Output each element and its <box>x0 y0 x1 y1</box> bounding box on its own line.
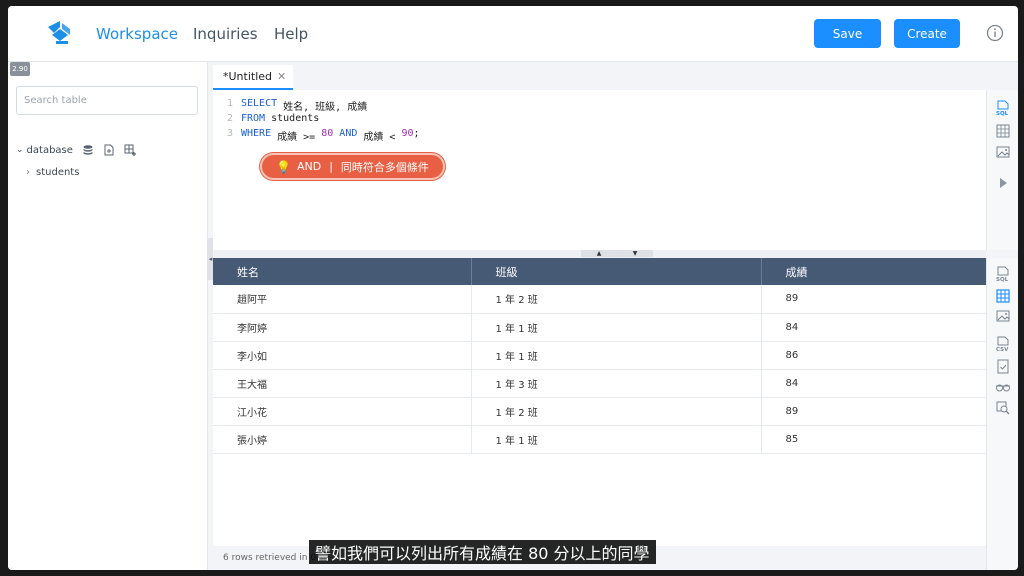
nav-help[interactable]: Help <box>274 25 308 43</box>
table-cell[interactable]: 1 年 2 班 <box>471 397 762 426</box>
table-cell[interactable]: 86 <box>761 341 986 370</box>
column-header[interactable]: 班級 <box>471 258 762 285</box>
nav-inquiries[interactable]: Inquiries <box>193 25 258 43</box>
save-button[interactable]: Save <box>814 19 881 48</box>
image-icon[interactable] <box>995 308 1011 324</box>
hint-text: 同時符合多個條件 <box>340 160 429 174</box>
editor-toolbar: SQL <box>986 90 1018 250</box>
code-token: WHERE <box>241 128 272 139</box>
top-navbar: Workspace Inquiries Help Save Create <box>8 6 1018 62</box>
add-table-icon[interactable] <box>124 144 136 156</box>
search-icon[interactable] <box>995 400 1011 416</box>
nav-workspace[interactable]: Workspace <box>96 25 178 43</box>
pane-splitter[interactable]: ▲ ▼ <box>213 250 986 258</box>
table-cell[interactable]: 89 <box>761 285 986 314</box>
code-token: FROM <box>241 113 266 124</box>
search-table-input[interactable] <box>16 86 198 115</box>
run-icon[interactable] <box>995 175 1011 191</box>
glasses-icon[interactable] <box>995 379 1011 395</box>
table-view-icon[interactable] <box>995 288 1011 304</box>
hint-separator: | <box>329 160 333 173</box>
table-cell[interactable]: 1 年 1 班 <box>471 313 762 342</box>
svg-text:SQL: SQL <box>996 111 1009 116</box>
table-cell[interactable]: 趙阿平 <box>213 285 472 314</box>
results-toolbar: SQL CSV <box>986 258 1018 570</box>
expand-down-icon[interactable]: ▼ <box>617 250 653 257</box>
tab-untitled[interactable]: *Untitled ✕ <box>213 65 293 90</box>
table-row[interactable]: 趙阿平 1 年 2 班 89 <box>213 285 986 314</box>
tree-item-students[interactable]: › students <box>26 167 79 178</box>
info-icon[interactable] <box>986 24 1004 42</box>
tree-item-database[interactable]: ⌄ database <box>16 144 136 156</box>
table-cell[interactable]: 85 <box>761 425 986 454</box>
code-token: SELECT <box>241 98 278 109</box>
line-number: 1 <box>226 98 233 109</box>
table-cell[interactable]: 1 年 1 班 <box>471 341 762 370</box>
table-cell[interactable]: 84 <box>761 369 986 398</box>
table-row[interactable]: 張小婷 1 年 1 班 85 <box>213 425 986 454</box>
table-cell[interactable]: 1 年 2 班 <box>471 285 762 314</box>
export-csv-icon[interactable]: CSV <box>995 336 1011 352</box>
code-token: students <box>265 113 320 124</box>
table-row[interactable]: 李阿婷 1 年 1 班 84 <box>213 313 986 342</box>
results-table: 姓名 班級 成績 趙阿平 1 年 2 班 89 李阿婷 1 年 1 班 84 李小如 1 年 … <box>213 258 986 454</box>
sql-file-icon[interactable]: SQL <box>995 266 1011 282</box>
code-token: 90 <box>401 128 414 139</box>
image-icon[interactable] <box>995 144 1011 160</box>
code-line[interactable]: 1 SELECT 姓名, 班級, 成績 <box>213 98 367 113</box>
add-file-icon[interactable] <box>103 144 115 156</box>
table-row[interactable]: 李小如 1 年 1 班 86 <box>213 341 986 370</box>
chevron-down-icon[interactable]: ⌄ <box>16 145 24 155</box>
close-icon[interactable]: ✕ <box>277 70 286 83</box>
version-badge: 2.90 <box>10 62 30 76</box>
code-line[interactable]: 3 WHERE 成績 >= 80 AND 成績 < 90; <box>213 128 420 143</box>
sql-file-icon[interactable]: SQL <box>995 100 1011 116</box>
chevron-right-icon[interactable]: › <box>26 167 30 178</box>
code-token: 成績 < <box>357 132 402 143</box>
line-number: 3 <box>226 128 233 139</box>
table-cell[interactable]: 張小婷 <box>213 425 472 454</box>
expand-up-icon[interactable]: ▲ <box>581 250 617 257</box>
table-cell[interactable]: 江小花 <box>213 397 472 426</box>
hint-badge: 💡 AND | 同時符合多個條件 <box>260 153 445 180</box>
table-cell[interactable]: 李阿婷 <box>213 313 472 342</box>
video-subtitle: 譬如我們可以列出所有成績在 80 分以上的同學 <box>309 540 656 564</box>
column-header[interactable]: 姓名 <box>213 258 472 285</box>
svg-text:SQL: SQL <box>996 277 1009 282</box>
create-button[interactable]: Create <box>894 19 960 48</box>
schema-sidebar: 2.90 ⌄ database › students <box>8 62 208 570</box>
table-cell[interactable]: 王大福 <box>213 369 472 398</box>
line-number: 2 <box>226 113 233 124</box>
app-logo-icon[interactable] <box>46 19 74 45</box>
svg-text:CSV: CSV <box>996 347 1009 352</box>
code-token: AND <box>339 128 358 139</box>
table-cell[interactable]: 1 年 1 班 <box>471 425 762 454</box>
caret-left-icon: ◂ <box>208 255 213 263</box>
table-cell[interactable]: 84 <box>761 313 986 342</box>
code-token: 成績 >= <box>271 132 322 143</box>
code-line[interactable]: 2 FROM students <box>213 113 319 128</box>
table-cell[interactable]: 1 年 3 班 <box>471 369 762 398</box>
table-cell[interactable]: 89 <box>761 397 986 426</box>
code-token: 80 <box>321 128 334 139</box>
table-cell[interactable]: 李小如 <box>213 341 472 370</box>
clipboard-check-icon[interactable] <box>995 358 1011 374</box>
table-row[interactable]: 江小花 1 年 2 班 89 <box>213 397 986 426</box>
database-stack-icon[interactable] <box>82 144 94 156</box>
editor-tab-strip: *Untitled ✕ <box>213 62 1018 90</box>
lightbulb-icon: 💡 <box>276 159 291 174</box>
table-row[interactable]: 王大福 1 年 3 班 84 <box>213 369 986 398</box>
table-label: students <box>36 167 80 178</box>
database-label: database <box>26 144 73 156</box>
sql-editor[interactable]: 1 SELECT 姓名, 班級, 成績 2 FROM students 3 WHERE 成… <box>213 90 986 250</box>
column-header[interactable]: 成績 <box>761 258 986 285</box>
app-window: Workspace Inquiries Help Save Create 2.9… <box>8 6 1018 570</box>
code-token: 姓名, 班級, 成績 <box>277 102 368 113</box>
table-view-icon[interactable] <box>995 123 1011 139</box>
hint-keyword: AND <box>296 160 322 173</box>
results-grid: 姓名 班級 成績 趙阿平 1 年 2 班 89 李阿婷 1 年 1 班 84 李小如 1 年 … <box>213 258 986 546</box>
tab-title: *Untitled <box>223 70 273 83</box>
code-token: ; <box>413 128 420 139</box>
